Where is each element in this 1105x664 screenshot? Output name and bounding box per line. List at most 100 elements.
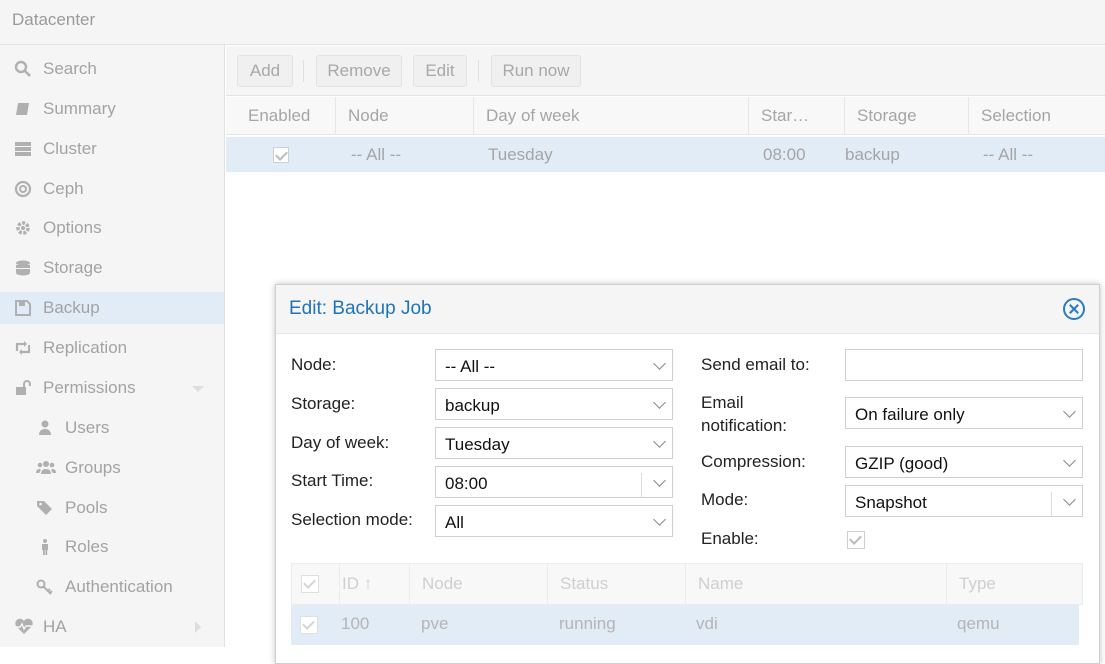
book-icon bbox=[14, 100, 32, 118]
day-of-week-label: Day of week: bbox=[291, 433, 390, 452]
node-select[interactable]: -- All -- bbox=[435, 349, 673, 381]
send-email-label: Send email to: bbox=[701, 355, 810, 374]
selection-mode-select[interactable]: All bbox=[435, 505, 673, 537]
chevron-right-icon[interactable] bbox=[195, 621, 201, 633]
sidebar-item-users[interactable]: Users bbox=[0, 412, 224, 444]
chevron-down-icon[interactable] bbox=[1063, 493, 1076, 506]
column-header-status[interactable]: Status bbox=[548, 564, 686, 604]
column-header-id[interactable]: ID ↑ bbox=[328, 564, 410, 604]
sidebar-item-label: Roles bbox=[65, 537, 109, 556]
sidebar-item-backup[interactable]: Backup bbox=[0, 292, 224, 324]
compression-label: Compression: bbox=[701, 452, 806, 471]
cell-status: running bbox=[559, 614, 616, 633]
sidebar-item-label: Authentication bbox=[65, 577, 173, 596]
dialog-header: Edit: Backup Job bbox=[276, 285, 1099, 334]
selection-mode-label: Selection mode: bbox=[291, 510, 413, 529]
column-header-selection[interactable]: Selection bbox=[969, 97, 1105, 135]
user-icon bbox=[36, 419, 54, 437]
chevron-down-icon[interactable] bbox=[653, 357, 666, 370]
sidebar-item-summary[interactable]: Summary bbox=[0, 93, 224, 125]
sidebar-item-search[interactable]: Search bbox=[0, 53, 224, 85]
send-email-input[interactable] bbox=[845, 349, 1083, 381]
column-header-name[interactable]: Name bbox=[686, 564, 947, 604]
column-header-type[interactable]: Type bbox=[947, 564, 1082, 604]
chevron-down-icon[interactable] bbox=[1063, 454, 1076, 467]
sidebar-item-label: Cluster bbox=[43, 139, 97, 158]
cell-id: 100 bbox=[341, 614, 370, 633]
storage-select[interactable]: backup bbox=[435, 388, 673, 420]
cell-start: 08:00 bbox=[763, 145, 806, 164]
column-header-node[interactable]: Node bbox=[410, 564, 548, 604]
sidebar-item-replication[interactable]: Replication bbox=[0, 332, 224, 364]
node-select-value: -- All -- bbox=[445, 357, 496, 376]
selection-mode-value: All bbox=[445, 513, 464, 532]
enabled-checkbox[interactable] bbox=[273, 147, 289, 163]
close-icon[interactable] bbox=[1063, 298, 1085, 320]
toolbar-separator bbox=[303, 60, 304, 82]
sidebar-item-ceph[interactable]: Ceph bbox=[0, 173, 224, 205]
chevron-down-icon[interactable] bbox=[192, 386, 204, 392]
run-now-button[interactable]: Run now bbox=[491, 55, 581, 87]
sidebar-item-permissions[interactable]: Permissions bbox=[0, 372, 224, 404]
table-row[interactable]: -- All -- Tuesday 08:00 backup -- All -- bbox=[226, 137, 1105, 172]
cell-type: qemu bbox=[957, 614, 1000, 633]
email-notification-value: On failure only bbox=[855, 405, 965, 424]
floppy-icon bbox=[14, 299, 32, 317]
sidebar-item-roles[interactable]: Roles bbox=[0, 531, 224, 563]
sidebar-item-pools[interactable]: Pools bbox=[0, 492, 224, 524]
select-all-checkbox[interactable] bbox=[301, 575, 319, 593]
storage-select-value: backup bbox=[445, 396, 500, 415]
sidebar-item-label: Pools bbox=[65, 498, 108, 517]
sidebar-item-label: Permissions bbox=[43, 378, 136, 397]
column-header-node[interactable]: Node bbox=[336, 97, 474, 135]
table-row[interactable]: 100 pve running vdi qemu bbox=[291, 605, 1079, 645]
add-button[interactable]: Add bbox=[237, 55, 293, 87]
datacenter-header: Datacenter bbox=[0, 0, 1105, 45]
sidebar-item-label: Ceph bbox=[43, 179, 84, 198]
start-time-field[interactable]: 08:00 bbox=[435, 466, 673, 498]
sidebar-item-label: Summary bbox=[43, 99, 116, 118]
column-header-day[interactable]: Day of week bbox=[474, 97, 749, 135]
node-label: Node: bbox=[291, 355, 337, 374]
enable-checkbox[interactable] bbox=[847, 531, 865, 549]
compression-value: GZIP (good) bbox=[855, 454, 949, 473]
cell-name: vdi bbox=[696, 614, 718, 633]
ceph-icon bbox=[14, 180, 32, 198]
chevron-down-icon[interactable] bbox=[653, 396, 666, 409]
mode-select[interactable]: Snapshot bbox=[845, 485, 1083, 517]
sidebar-item-authentication[interactable]: Authentication bbox=[0, 571, 224, 603]
sidebar-nav: Search Summary Cluster Ceph Options Stor… bbox=[0, 45, 225, 647]
column-header-enabled[interactable]: Enabled bbox=[226, 97, 336, 135]
chevron-down-icon[interactable] bbox=[653, 474, 666, 487]
backup-grid-header: Enabled Node Day of week Star… Storage S… bbox=[226, 97, 1105, 135]
chevron-down-icon[interactable] bbox=[1063, 405, 1076, 418]
sidebar-item-groups[interactable]: Groups bbox=[0, 452, 224, 484]
email-notification-select[interactable]: On failure only bbox=[845, 397, 1083, 429]
compression-select[interactable]: GZIP (good) bbox=[845, 446, 1083, 478]
cell-storage: backup bbox=[845, 145, 900, 164]
sidebar-item-options[interactable]: Options bbox=[0, 212, 224, 244]
tags-icon bbox=[36, 499, 54, 517]
search-icon bbox=[14, 60, 32, 78]
chevron-down-icon[interactable] bbox=[653, 513, 666, 526]
retweet-icon bbox=[14, 339, 32, 357]
sidebar-item-label: Users bbox=[65, 418, 110, 437]
day-of-week-select[interactable]: Tuesday bbox=[435, 427, 673, 459]
sidebar-item-label: Options bbox=[43, 218, 102, 237]
remove-button[interactable]: Remove bbox=[316, 55, 402, 87]
start-time-value: 08:00 bbox=[445, 474, 488, 493]
chevron-down-icon[interactable] bbox=[653, 435, 666, 448]
storage-label: Storage: bbox=[291, 394, 356, 413]
row-checkbox[interactable] bbox=[300, 616, 318, 634]
users-icon bbox=[36, 459, 56, 477]
column-header-start[interactable]: Star… bbox=[749, 97, 845, 135]
sidebar-item-storage[interactable]: Storage bbox=[0, 252, 224, 284]
gear-icon bbox=[14, 219, 32, 237]
male-icon bbox=[36, 538, 54, 556]
sidebar-item-ha[interactable]: HA bbox=[0, 611, 224, 643]
toolbar-separator bbox=[478, 60, 479, 82]
column-header-storage[interactable]: Storage bbox=[845, 97, 969, 135]
sidebar-item-cluster[interactable]: Cluster bbox=[0, 133, 224, 165]
sidebar-item-label: Backup bbox=[43, 298, 100, 317]
edit-button[interactable]: Edit bbox=[413, 55, 467, 87]
